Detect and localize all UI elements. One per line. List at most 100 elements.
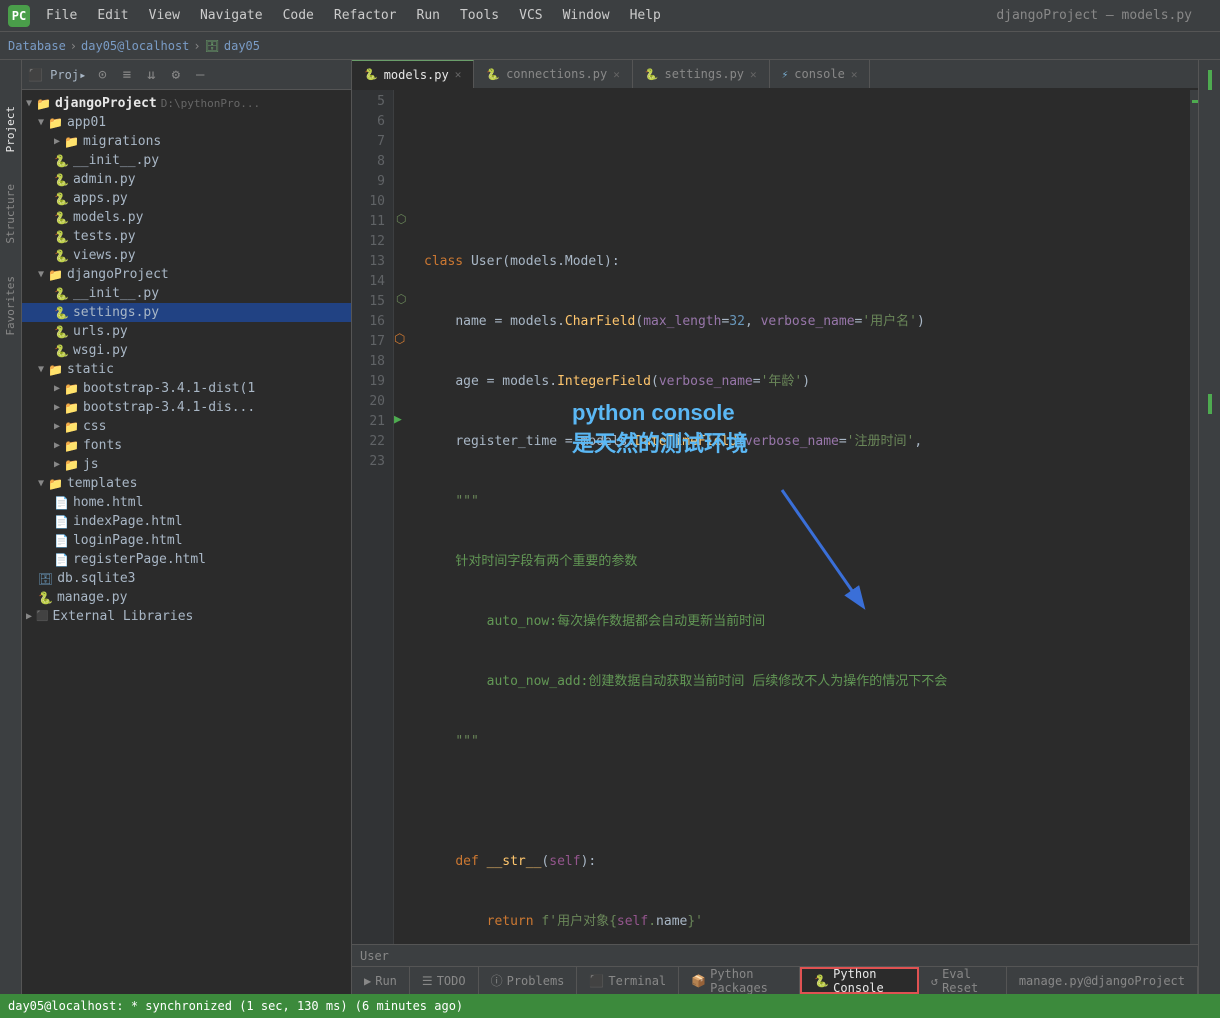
breadcrumb-host[interactable]: day05@localhost [81,39,189,53]
bottom-python-console-label: Python Console [833,967,905,995]
project-label: ⬛ Proj▸ [28,68,86,82]
menu-tools[interactable]: Tools [452,6,507,25]
tab-models-close[interactable]: ✕ [455,68,462,81]
bottom-tab-todo[interactable]: ☰ TODO [410,967,479,994]
code-line-15: """ [424,732,1182,752]
editor-status-text: User [360,949,389,963]
left-tab-structure[interactable]: Structure [4,178,17,250]
breadcrumb-day05[interactable]: day05 [224,39,260,53]
left-tab-favorites[interactable]: Favorites [4,270,17,342]
minimize-btn[interactable]: — [192,65,208,85]
bottom-tab-run[interactable]: ▶ Run [352,967,410,994]
editor-area: 🐍 models.py ✕ 🐍 connections.py ✕ 🐍 setti… [352,60,1198,994]
bottom-tab-terminal[interactable]: ⬛ Terminal [577,967,679,994]
tree-bootstrap2[interactable]: ▶ 📁 bootstrap-3.4.1-dis... [22,398,351,417]
bottom-tab-problems[interactable]: ⓘ Problems [479,967,578,994]
bottom-tab-eval-reset[interactable]: ↺ Eval Reset [919,967,1007,994]
tree-static[interactable]: ▼ 📁 static [22,360,351,379]
menu-refactor[interactable]: Refactor [326,6,405,25]
tab-console[interactable]: ⚡ console ✕ [770,60,871,88]
eval-reset-icon: ↺ [931,974,938,988]
bottom-tab-python-console[interactable]: 🐍 Python Console [800,967,919,994]
tree-sqlite[interactable]: 🗄 db.sqlite3 [22,569,351,588]
code-line-13: auto_now:每次操作数据都会自动更新当前时间 [424,612,1182,632]
tab-models-py[interactable]: 🐍 models.py ✕ [352,60,474,88]
code-line-7: class User(models.Model): [424,252,1182,272]
tree-urls[interactable]: 🐍 urls.py [22,322,351,341]
tab-settings-label: settings.py [665,67,744,81]
bottom-terminal-label: Terminal [608,974,666,988]
settings-btn[interactable]: ⚙ [168,65,184,85]
tab-connections-py[interactable]: 🐍 connections.py ✕ [474,60,632,88]
right-scroll-indicator-top [1208,70,1212,90]
problems-icon: ⓘ [491,972,503,989]
project-toolbar: ⬛ Proj▸ ⊙ ≡ ⇊ ⚙ — [22,60,351,90]
breadcrumb-db[interactable]: Database [8,39,66,53]
tab-bar: 🐍 models.py ✕ 🐍 connections.py ✕ 🐍 setti… [352,60,1198,90]
tab-connections-close[interactable]: ✕ [613,68,620,81]
tree-register-html[interactable]: 📄 registerPage.html [22,550,351,569]
menu-help[interactable]: Help [622,6,669,25]
tree-models[interactable]: 🐍 models.py [22,208,351,227]
tree-init-app01[interactable]: 🐍 __init__.py [22,151,351,170]
menu-vcs[interactable]: VCS [511,6,550,25]
window-title: djangoProject – models.py [996,8,1212,23]
tree-templates[interactable]: ▼ 📁 templates [22,474,351,493]
code-line-8: name = models.CharField(max_length=32, v… [424,312,1182,332]
tree-root[interactable]: ▼ 📁 djangoProject D:\pythonPro... [22,94,351,113]
tab-settings-py[interactable]: 🐍 settings.py ✕ [633,60,770,88]
tree-apps[interactable]: 🐍 apps.py [22,189,351,208]
tree-init-dp[interactable]: 🐍 __init__.py [22,284,351,303]
tree-index-html[interactable]: 📄 indexPage.html [22,512,351,531]
run-marker-21: ▶ [394,412,402,427]
tree-tests[interactable]: 🐍 tests.py [22,227,351,246]
tree-admin[interactable]: 🐍 admin.py [22,170,351,189]
right-sidebar [1198,60,1220,994]
menu-bar: File Edit View Navigate Code Refactor Ru… [38,6,996,25]
collapse-btn[interactable]: ≡ [119,65,135,85]
tree-bootstrap1[interactable]: ▶ 📁 bootstrap-3.4.1-dist(1 [22,379,351,398]
menu-view[interactable]: View [141,6,188,25]
sync-btn[interactable]: ⊙ [94,65,110,85]
collapse-all-btn[interactable]: ⇊ [143,65,159,85]
tree-home-html[interactable]: 📄 home.html [22,493,351,512]
right-scrollbar[interactable] [1190,90,1198,944]
breadcrumb-sep1: › [70,39,77,53]
bottom-tabs-panel: ▶ Run ☰ TODO ⓘ Problems ⬛ Terminal 📦 [352,966,1198,994]
settings-py-icon: 🐍 [645,68,659,81]
tree-css[interactable]: ▶ 📁 css [22,417,351,436]
tab-settings-close[interactable]: ✕ [750,68,757,81]
tab-console-close[interactable]: ✕ [851,68,858,81]
code-editor[interactable]: 5 6 7 8 9 10 11 12 13 14 15 16 17 18 19 … [352,90,1198,944]
bottom-tab-packages[interactable]: 📦 Python Packages [679,967,800,994]
tree-app01[interactable]: ▼ 📁 app01 [22,113,351,132]
tree-ext-libs[interactable]: ▶ ⬛ External Libraries [22,607,351,626]
menu-window[interactable]: Window [555,6,618,25]
tree-djangoproject-inner[interactable]: ▼ 📁 djangoProject [22,265,351,284]
title-bar: PC File Edit View Navigate Code Refactor… [0,0,1220,32]
menu-file[interactable]: File [38,6,85,25]
menu-run[interactable]: Run [409,6,448,25]
tab-console-label: console [794,67,845,81]
tree-wsgi[interactable]: 🐍 wsgi.py [22,341,351,360]
code-line-5 [424,132,1182,152]
tree-js[interactable]: ▶ 📁 js [22,455,351,474]
menu-navigate[interactable]: Navigate [192,6,271,25]
menu-edit[interactable]: Edit [89,6,136,25]
tree-settings[interactable]: 🐍 settings.py [22,303,351,322]
bottom-todo-label: TODO [437,974,466,988]
code-line-14: auto_now_add:创建数据自动获取当前时间 后续修改不人为操作的情况下不… [424,672,1182,692]
run-icon: ▶ [364,974,371,988]
connections-py-icon: 🐍 [486,68,500,81]
tree-login-html[interactable]: 📄 loginPage.html [22,531,351,550]
tree-migrations[interactable]: ▶ 📁 migrations [22,132,351,151]
left-tab-project[interactable]: Project [4,100,17,158]
tree-views[interactable]: 🐍 views.py [22,246,351,265]
code-content[interactable]: class User(models.Model): name = models.… [416,90,1190,944]
code-line-12: 针对时间字段有两个重要的参数 [424,552,1182,572]
menu-code[interactable]: Code [275,6,322,25]
tree-manage[interactable]: 🐍 manage.py [22,588,351,607]
bottom-tab-manage[interactable]: manage.py@djangoProject [1007,967,1198,994]
tree-fonts[interactable]: ▶ 📁 fonts [22,436,351,455]
right-scroll-indicator-bottom [1208,394,1212,414]
